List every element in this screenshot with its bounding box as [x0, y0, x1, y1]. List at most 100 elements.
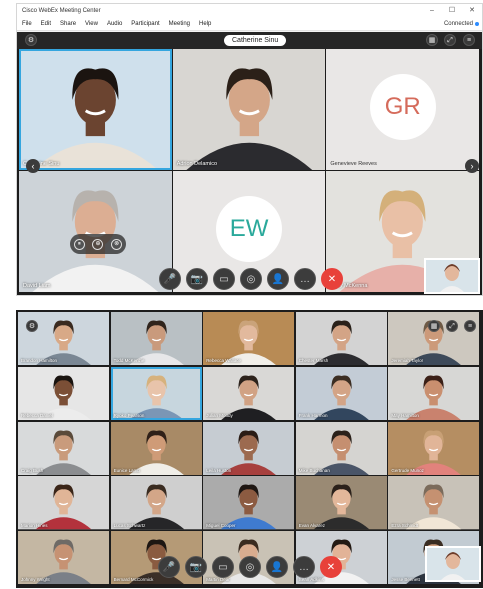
connection-status-label: Connected: [443, 21, 473, 27]
fullscreen-icon[interactable]: ⤢: [446, 320, 458, 332]
self-view[interactable]: [425, 546, 481, 582]
gallery-tile[interactable]: Ryoko Pearson: [110, 366, 202, 421]
video-tile[interactable]: Catherine Sinu: [19, 49, 172, 170]
gallery-tile[interactable]: Rebecca Wallace: [203, 312, 295, 366]
gallery-tile[interactable]: Todd McKenzie: [110, 312, 202, 366]
menu-icon[interactable]: ≡: [463, 34, 475, 46]
participant-portrait: [203, 476, 295, 530]
participant-name: Evan Alvarez: [298, 522, 326, 528]
active-speaker-pill: Catherine Sinu: [224, 35, 287, 46]
participant-name: Craig Bush: [21, 467, 44, 473]
participant-portrait: [19, 171, 172, 292]
participants-button[interactable]: 👤: [266, 556, 288, 578]
gallery-tile[interactable]: Leila Huston: [203, 421, 295, 475]
record-button[interactable]: ◎: [240, 268, 262, 290]
end-call-button[interactable]: ✕: [321, 268, 343, 290]
participant-name: Leila Huston: [206, 467, 232, 473]
self-view[interactable]: [424, 258, 480, 294]
meeting-controls: 🎤 📷 ▭ ◎ 👤… ✕: [158, 556, 342, 578]
participant-name: Brandon Hamilton: [21, 358, 58, 364]
participant-name: Eunice Lamb: [113, 467, 140, 473]
gallery-tile[interactable]: Mike Buchanan: [295, 421, 387, 475]
menu-participant[interactable]: Participant: [131, 21, 159, 27]
mute-button[interactable]: 🎤: [159, 268, 181, 290]
gallery-tile[interactable]: Gertrude Munoz: [388, 421, 480, 475]
participant-portrait: [18, 476, 110, 530]
participant-portrait: [18, 421, 110, 475]
participant-name: Julian Moody: [206, 413, 233, 419]
gear-icon[interactable]: ⚙: [26, 320, 38, 332]
participants-button[interactable]: 👤: [267, 268, 289, 290]
webex-window-top: Cisco WebEx Meeting Center – ☐ ✕ File Ed…: [16, 3, 483, 296]
mute-button[interactable]: 🎤: [158, 556, 180, 578]
gallery-tile[interactable]: Frank Harmon: [295, 366, 387, 421]
participant-name: Adrion Delamico: [176, 161, 218, 167]
gallery-tile[interactable]: Craig Bush: [18, 421, 110, 475]
pause-icon[interactable]: ⏸: [73, 238, 85, 250]
grid-layout-icon[interactable]: ▦: [428, 320, 440, 332]
menu-share[interactable]: Share: [60, 21, 76, 27]
gallery-tile[interactable]: Ezra Schmidt: [388, 476, 480, 530]
video-button[interactable]: 📷: [185, 556, 207, 578]
share-button[interactable]: ▭: [213, 268, 235, 290]
gallery-grid: Brandon Hamilton Todd McKenzie Rebecca Wal…: [18, 312, 481, 586]
self-view-portrait: [427, 548, 479, 580]
hide-icon[interactable]: ⊗: [111, 238, 123, 250]
gallery-tile[interactable]: May Hamilton: [388, 366, 480, 421]
fullscreen-icon[interactable]: ⤢: [444, 34, 456, 46]
gallery-tile[interactable]: Rebecca Daniel: [18, 366, 110, 421]
gear-icon[interactable]: ⚙: [25, 34, 37, 46]
participant-portrait: [388, 421, 480, 475]
minimize-button[interactable]: –: [422, 4, 442, 18]
menu-meeting[interactable]: Meeting: [169, 21, 190, 27]
menu-audio[interactable]: Audio: [107, 21, 122, 27]
self-view-portrait: [426, 260, 478, 292]
gallery-tile[interactable]: Miguel Cooper: [203, 476, 295, 530]
gallery-tile[interactable]: Marion Hines: [18, 476, 110, 530]
gallery-tile[interactable]: Lucas Schwartz: [110, 476, 202, 530]
maximize-button[interactable]: ☐: [442, 4, 462, 18]
participant-name: Ryoko Pearson: [113, 413, 145, 419]
participant-name: Martin Dear: [206, 577, 230, 583]
participant-name: Gertrude Munoz: [391, 467, 424, 473]
previous-page-icon[interactable]: ‹: [26, 159, 40, 173]
share-button[interactable]: ▭: [212, 556, 234, 578]
menu-icon[interactable]: ≡: [464, 320, 476, 332]
participant-name: Marion Hines: [21, 522, 48, 528]
participant-name: Sean Adkins: [298, 577, 324, 583]
end-call-button[interactable]: ✕: [320, 556, 342, 578]
participant-name: Miguel Cooper: [206, 522, 236, 528]
menu-view[interactable]: View: [85, 21, 98, 27]
video-tile-grid: Catherine Sinu Adrion Delamico GR Genevieve…: [19, 49, 480, 293]
participant-name: Jeremiah Taylor: [391, 358, 424, 364]
participant-name: Lucas Schwartz: [113, 522, 146, 528]
menu-edit[interactable]: Edit: [41, 21, 51, 27]
more-button[interactable]: …: [294, 268, 316, 290]
close-button[interactable]: ✕: [462, 4, 482, 18]
gallery-tile[interactable]: Johnny Wright: [18, 531, 110, 585]
participant-name: Mike Buchanan: [298, 467, 330, 473]
participant-portrait: [110, 476, 202, 530]
window-title: Cisco WebEx Meeting Center: [22, 8, 101, 14]
video-tile[interactable]: David Liam: [19, 171, 172, 292]
grid-layout-icon[interactable]: ▦: [426, 34, 438, 46]
participant-portrait: [19, 49, 172, 170]
gallery-tile[interactable]: Evan Alvarez: [295, 476, 387, 530]
more-button[interactable]: …: [293, 556, 315, 578]
video-tile[interactable]: GR Genevieve Reeves: [326, 49, 480, 170]
gallery-tile[interactable]: Julian Moody: [203, 366, 295, 421]
window-controls: – ☐ ✕: [422, 4, 482, 18]
participant-name: David Liam: [23, 283, 51, 289]
next-page-icon[interactable]: ›: [465, 159, 479, 173]
menu-help[interactable]: Help: [199, 21, 211, 27]
gallery-tile[interactable]: Eunice Lamb: [110, 421, 202, 475]
record-button[interactable]: ◎: [239, 556, 261, 578]
pin-icon[interactable]: ⊕: [92, 238, 104, 250]
stage-header: ⚙ Catherine Sinu ▦ ⤢ ≡: [17, 32, 482, 49]
gallery-tile[interactable]: Chester Marsh: [295, 312, 387, 366]
participant-portrait: [203, 421, 295, 475]
menu-file[interactable]: File: [22, 21, 32, 27]
participant-name: May Hamilton: [391, 413, 419, 419]
video-button[interactable]: 📷: [186, 268, 208, 290]
video-tile[interactable]: Adrion Delamico: [172, 49, 326, 170]
